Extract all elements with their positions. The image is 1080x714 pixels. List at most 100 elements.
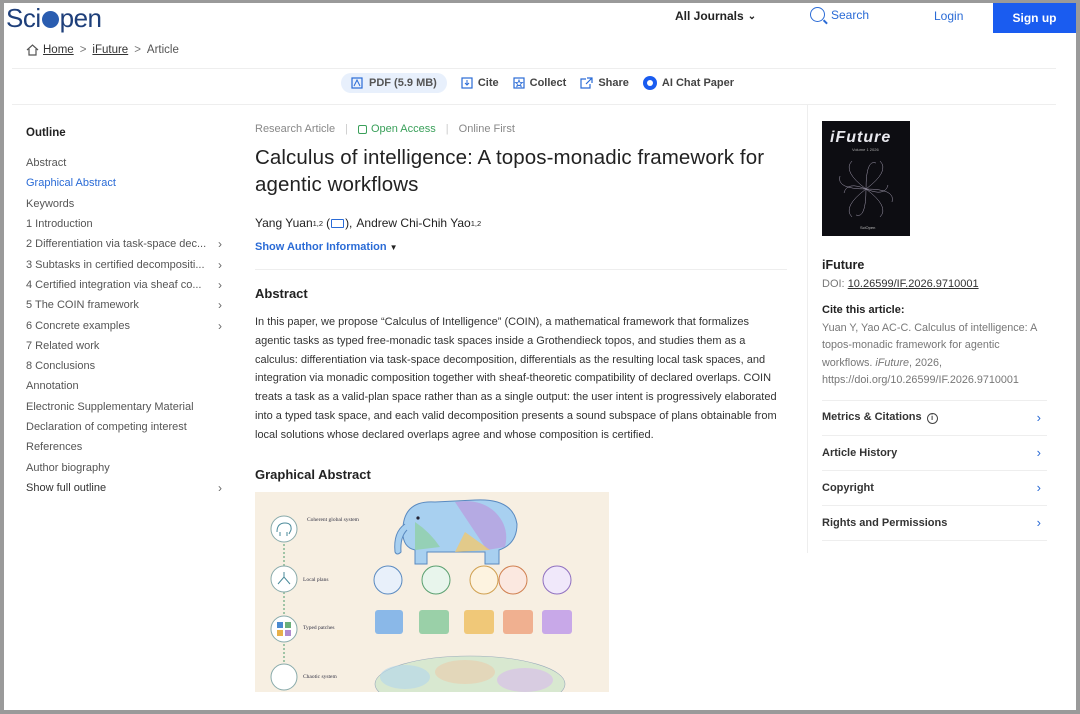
chevron-right-icon: ›: [1036, 410, 1041, 426]
article-main: Research Article | Open Access | Online …: [255, 123, 787, 692]
author-name[interactable]: Yang Yuan: [255, 216, 313, 230]
toolbar-divider-bottom: [12, 104, 1056, 105]
outline-item-label: Declaration of competing interest: [26, 421, 187, 433]
outline-title: Outline: [26, 127, 66, 139]
outline-item[interactable]: 2 Differentiation via task-space dec... ›: [26, 234, 222, 254]
lock-icon: [357, 124, 367, 134]
chevron-right-icon: ›: [218, 237, 222, 252]
outline-item[interactable]: Author biography: [26, 457, 222, 477]
share-label: Share: [598, 77, 629, 89]
graphical-abstract-heading: Graphical Abstract: [255, 466, 371, 482]
outline-item[interactable]: Graphical Abstract: [26, 173, 222, 193]
outline-item[interactable]: Keywords: [26, 194, 222, 214]
outline-item-label: Abstract: [26, 157, 67, 170]
logo-text-right: pen: [59, 3, 102, 33]
abstract-text: In this paper, we propose “Calculus of I…: [255, 316, 777, 441]
share-button[interactable]: Share: [580, 77, 629, 89]
graphical-abstract-image[interactable]: Coherent global system Local plans Typed…: [255, 491, 609, 692]
mail-icon[interactable]: [331, 218, 345, 228]
chevron-right-icon: ›: [1036, 480, 1041, 496]
signup-button[interactable]: Sign up: [993, 3, 1076, 33]
outline-item[interactable]: Annotation: [26, 376, 222, 396]
login-link[interactable]: Login: [934, 9, 963, 23]
outline-item[interactable]: 6 Concrete examples ›: [26, 315, 222, 335]
outline-item[interactable]: 7 Related work: [26, 336, 222, 356]
info-section-label-wrap: Rights and Permissions: [822, 517, 947, 529]
outline-item-label: Electronic Supplementary Material: [26, 400, 194, 413]
article-info-sections: Metrics & Citations i › Article History › Cop…: [822, 399, 1047, 541]
outline-item[interactable]: Declaration of competing interest: [26, 417, 222, 437]
outline-item[interactable]: References: [26, 437, 222, 457]
chevron-down-icon: ⌄: [747, 10, 757, 22]
caret-down-icon: ▼: [389, 243, 398, 252]
breadcrumb-home[interactable]: Home: [43, 44, 74, 56]
info-section-label: Metrics & Citations: [822, 411, 922, 424]
outline-sidebar: Outline Abstract Graphical Abstract Keywor…: [26, 127, 222, 498]
outline-item-label: Keywords: [26, 197, 75, 210]
collect-label: Collect: [529, 77, 567, 89]
cite-label: Cite: [477, 77, 499, 89]
sciopen-logo[interactable]: Sci pen: [6, 3, 102, 34]
outline-item[interactable]: 3 Subtasks in certified decompositi... ›: [26, 254, 222, 274]
author-affiliation: 1,2: [312, 218, 324, 228]
show-author-label: Show Author Information: [255, 241, 387, 253]
outline-item-label: 5 The COIN framework: [26, 299, 139, 312]
collect-button[interactable]: Collect: [513, 77, 567, 89]
author-list: Yang Yuan 1,2 (), Andrew Chi-Chih Yao 1,2: [255, 216, 787, 230]
journal-cover-image[interactable]: iFuture Volume 1 2026 SciOpen: [822, 121, 910, 236]
author-affiliation: 1,2: [470, 218, 482, 228]
citation-journal: iFuture: [875, 356, 910, 369]
outline-item[interactable]: 8 Conclusions: [26, 356, 222, 376]
typed-patch-tiles: [375, 609, 572, 634]
outline-item-label: Annotation: [26, 380, 79, 393]
info-section-label: Rights and Permissions: [822, 516, 948, 529]
patch-node-icon: [270, 615, 298, 643]
outline-item[interactable]: 4 Certified integration via sheaf co... ›: [26, 275, 222, 295]
chaotic-system-illustration: [374, 655, 566, 692]
info-section-0[interactable]: Metrics & Citations i ›: [822, 401, 1047, 436]
elephant-illustration: [394, 499, 518, 565]
chevron-right-icon: ›: [1036, 515, 1041, 531]
show-full-outline-button[interactable]: Show full outline ›: [26, 478, 222, 498]
ga-label-local: Local plans: [303, 577, 329, 583]
outline-item-label: Author biography: [26, 461, 110, 474]
outline-item[interactable]: Abstract: [26, 153, 222, 173]
outline-item[interactable]: 5 The COIN framework ›: [26, 295, 222, 315]
doi-label: DOI:: [822, 278, 845, 290]
pdf-icon: [351, 77, 363, 89]
author-name[interactable]: Andrew Chi-Chih Yao: [356, 216, 470, 230]
ai-chat-button[interactable]: AI Chat Paper: [642, 76, 734, 90]
breadcrumb-separator: >: [79, 44, 87, 56]
chevron-right-icon: ›: [218, 480, 222, 495]
article-toolbar: PDF (5.9 MB) Cite Collect Share AI Chat …: [341, 73, 734, 93]
meta-separator: |: [445, 123, 449, 135]
outline-item-label: 6 Concrete examples: [26, 319, 130, 332]
breadcrumb-separator: >: [134, 44, 141, 56]
info-section-label-wrap: Article History: [822, 447, 897, 459]
outline-item[interactable]: 1 Introduction: [26, 214, 222, 234]
info-section-label-wrap: Copyright: [822, 482, 874, 494]
author-paren: ),: [345, 216, 353, 230]
breadcrumb-current: Article: [146, 44, 179, 56]
search-button[interactable]: Search: [810, 7, 869, 22]
elephant-node-icon: [270, 515, 298, 543]
info-section-2[interactable]: Copyright ›: [822, 471, 1047, 506]
cite-button[interactable]: Cite: [461, 77, 499, 89]
all-journals-dropdown[interactable]: All Journals ⌄: [675, 9, 756, 23]
search-label: Search: [831, 7, 870, 22]
section-divider: [255, 269, 787, 270]
right-column-divider: [807, 105, 808, 553]
outline-item[interactable]: Electronic Supplementary Material: [26, 397, 222, 417]
star-icon: [513, 77, 525, 89]
pdf-download-button[interactable]: PDF (5.9 MB): [341, 73, 447, 93]
chevron-right-icon: ›: [218, 298, 222, 313]
cite-heading: Cite this article:: [822, 304, 905, 316]
cover-footer: SciOpen: [860, 225, 876, 230]
info-icon[interactable]: i: [926, 413, 938, 425]
breadcrumb-journal[interactable]: iFuture: [92, 44, 128, 56]
local-plan-nodes: [373, 565, 572, 595]
show-author-info-toggle[interactable]: Show Author Information ▼: [255, 241, 787, 253]
info-section-3[interactable]: Rights and Permissions ›: [822, 506, 1047, 541]
doi-link[interactable]: 10.26599/IF.2026.9710001: [848, 278, 979, 290]
info-section-1[interactable]: Article History ›: [822, 436, 1047, 471]
